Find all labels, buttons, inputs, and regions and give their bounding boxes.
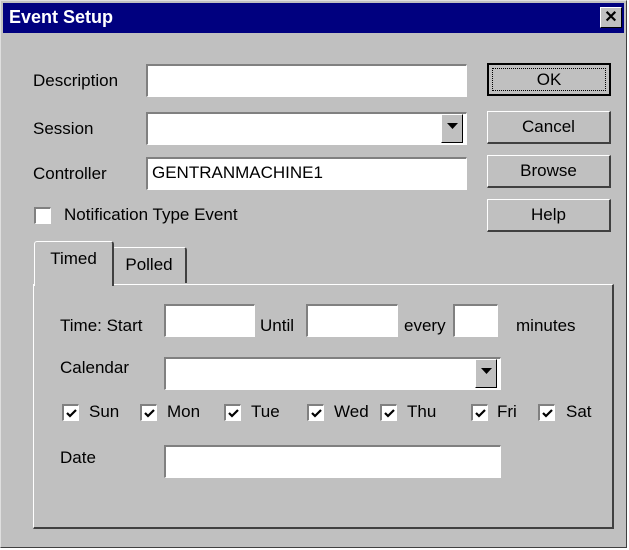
chevron-down-icon xyxy=(481,368,492,374)
calendar-label: Calendar xyxy=(60,358,129,377)
cancel-button-label: Cancel xyxy=(522,117,575,136)
browse-button-label: Browse xyxy=(520,161,577,180)
day-checkbox-tue[interactable] xyxy=(224,404,241,421)
until-label: Until xyxy=(260,316,295,335)
title-bar[interactable]: Event Setup ✕ xyxy=(3,3,624,33)
calendar-dropdown-button[interactable] xyxy=(475,359,497,388)
time-start-label: Time: Start xyxy=(60,316,143,335)
checkmark-icon xyxy=(228,409,239,418)
browse-button[interactable]: Browse xyxy=(487,155,611,188)
every-label: every xyxy=(404,316,446,335)
day-label-wed: Wed xyxy=(334,402,369,421)
notification-label: Notification Type Event xyxy=(64,205,238,224)
tab-polled-label: Polled xyxy=(125,255,173,274)
day-checkbox-wed[interactable] xyxy=(307,404,324,421)
day-checkbox-mon[interactable] xyxy=(140,404,157,421)
checkmark-icon xyxy=(311,409,322,418)
session-combobox[interactable] xyxy=(146,112,467,145)
session-label: Session xyxy=(33,119,94,138)
event-setup-dialog: Event Setup ✕ Description Session Contro… xyxy=(0,0,627,548)
controller-input[interactable]: GENTRANMACHINE1 xyxy=(146,157,467,190)
controller-label: Controller xyxy=(33,164,107,183)
day-label-sun: Sun xyxy=(89,402,120,421)
day-label-fri: Fri xyxy=(497,402,517,421)
checkmark-icon xyxy=(384,409,395,418)
tab-timed-label: Timed xyxy=(50,249,97,268)
ok-button[interactable]: OK xyxy=(487,63,611,96)
help-button-label: Help xyxy=(531,205,566,224)
minutes-label: minutes xyxy=(516,316,576,335)
session-dropdown-button[interactable] xyxy=(441,114,463,143)
start-time-input[interactable] xyxy=(164,304,255,337)
close-button[interactable]: ✕ xyxy=(600,7,622,28)
cancel-button[interactable]: Cancel xyxy=(487,111,611,144)
tab-timed[interactable]: Timed xyxy=(34,241,114,286)
window-title: Event Setup xyxy=(9,7,114,27)
close-icon: ✕ xyxy=(604,9,618,26)
date-input[interactable] xyxy=(164,445,501,478)
day-checkbox-sun[interactable] xyxy=(62,404,79,421)
day-checkbox-sat[interactable] xyxy=(538,404,555,421)
day-label-sat: Sat xyxy=(566,402,592,421)
chevron-down-icon xyxy=(447,123,458,129)
focus-rect xyxy=(492,68,606,91)
notification-checkbox[interactable] xyxy=(34,207,51,224)
checkmark-icon xyxy=(144,409,155,418)
day-checkbox-thu[interactable] xyxy=(380,404,397,421)
day-label-tue: Tue xyxy=(251,402,280,421)
help-button[interactable]: Help xyxy=(487,199,611,232)
description-input[interactable] xyxy=(146,64,467,97)
checkmark-icon xyxy=(66,409,77,418)
day-checkbox-fri[interactable] xyxy=(471,404,488,421)
day-label-mon: Mon xyxy=(167,402,201,421)
calendar-combobox[interactable] xyxy=(164,357,501,390)
description-label: Description xyxy=(33,71,119,90)
checkmark-icon xyxy=(475,409,486,418)
checkmark-icon xyxy=(542,409,553,418)
every-minutes-input[interactable] xyxy=(453,304,498,337)
day-label-thu: Thu xyxy=(407,402,437,421)
date-label: Date xyxy=(60,448,96,467)
until-time-input[interactable] xyxy=(306,304,398,337)
tab-polled[interactable]: Polled xyxy=(112,247,187,283)
